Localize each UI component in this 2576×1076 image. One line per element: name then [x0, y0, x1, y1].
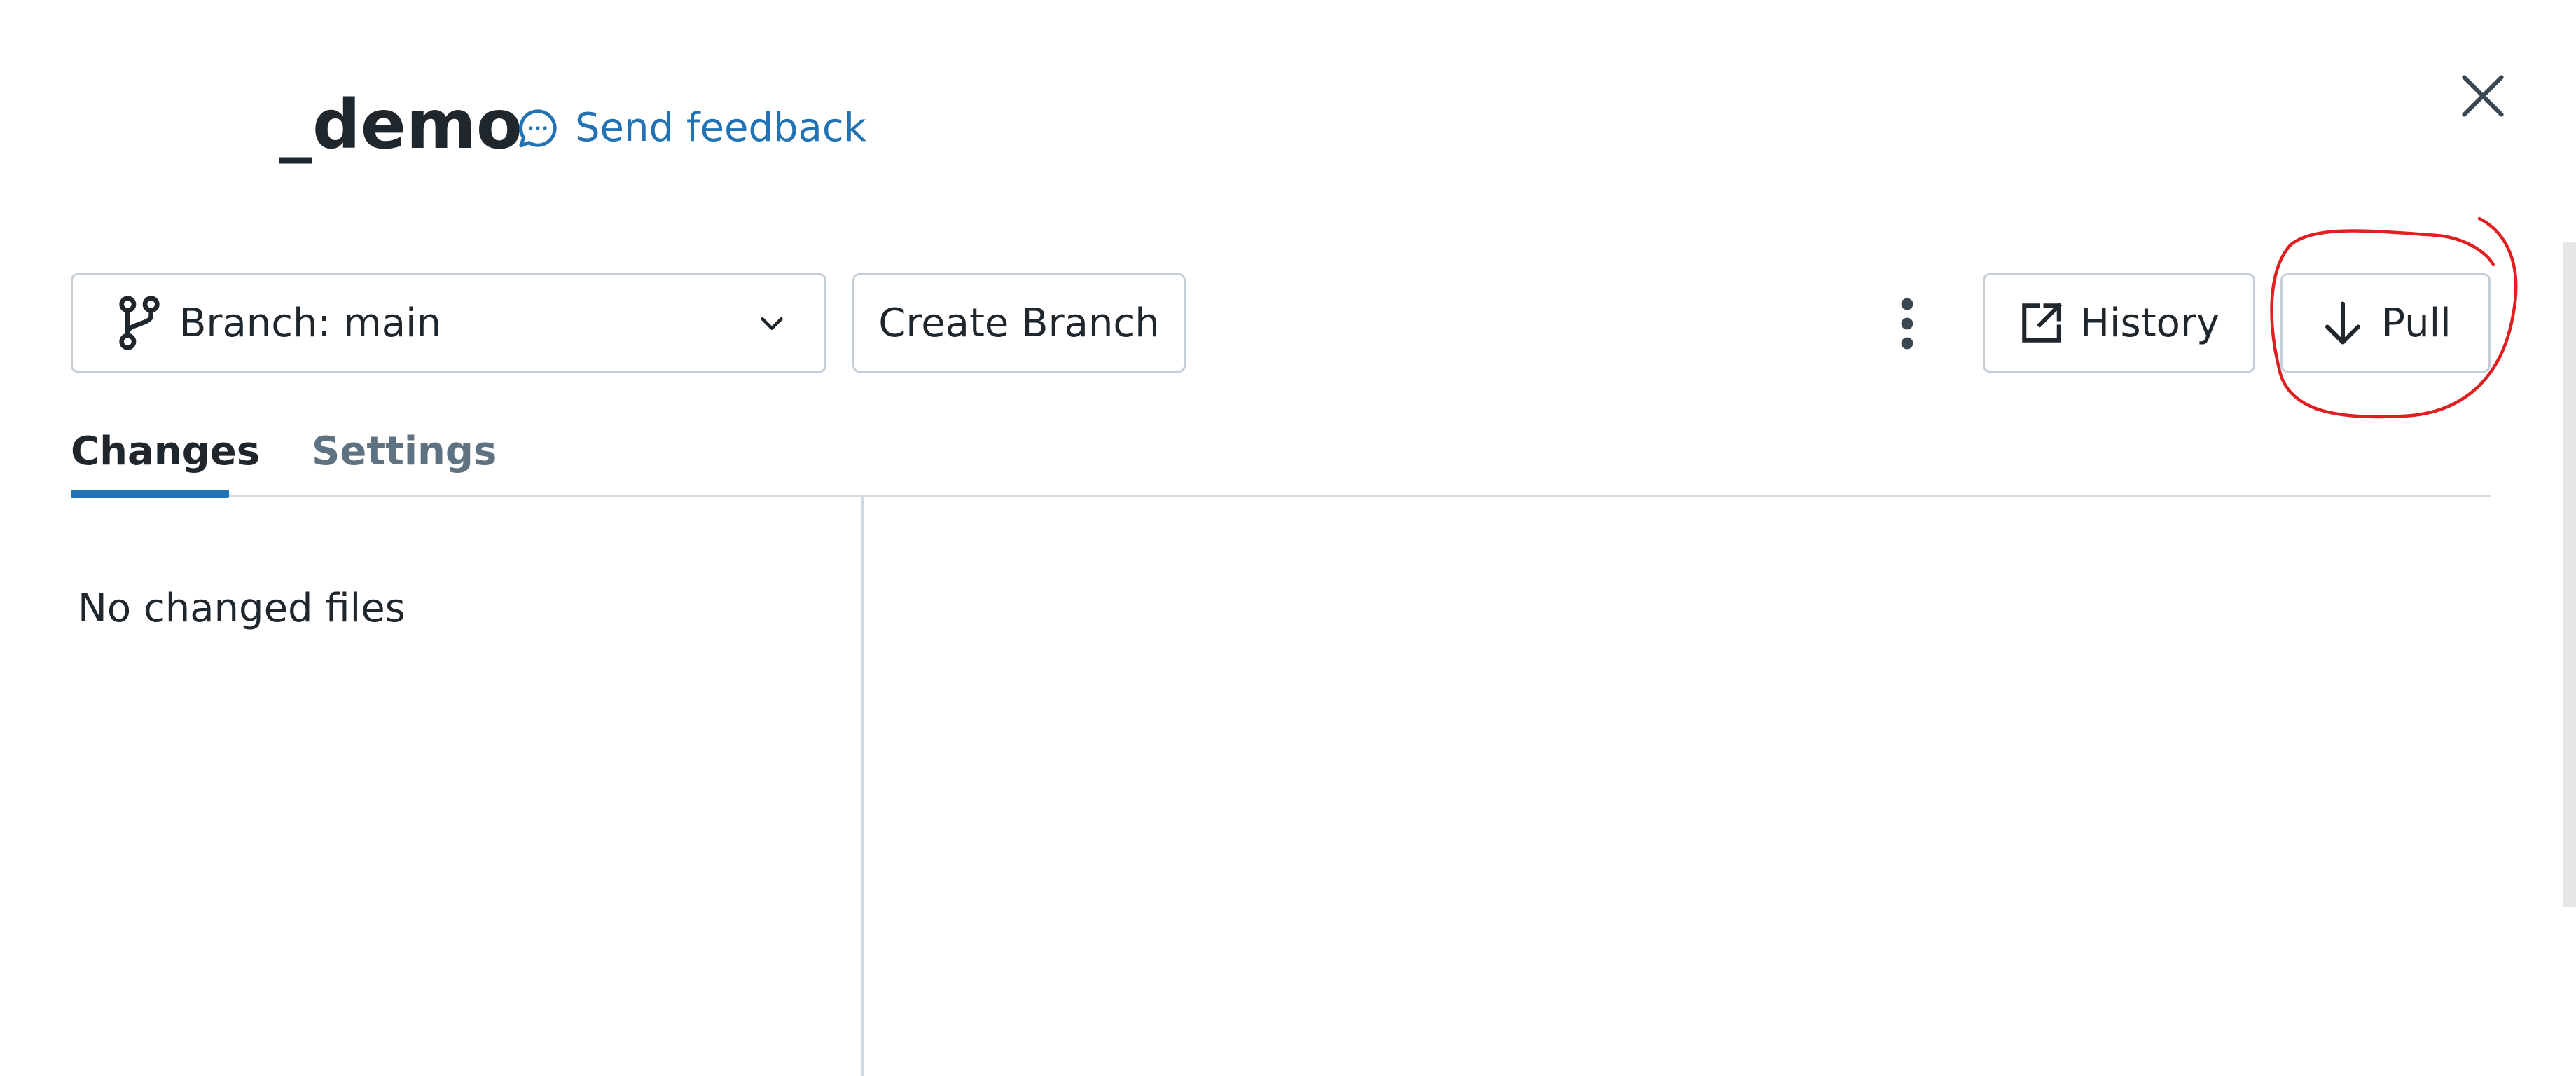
tab-settings[interactable]: Settings	[312, 427, 497, 476]
tab-changes[interactable]: Changes	[71, 427, 260, 476]
create-branch-label: Create Branch	[878, 300, 1160, 346]
close-icon[interactable]	[2455, 68, 2511, 124]
history-button[interactable]: History	[1983, 273, 2255, 373]
branch-label: Branch: main	[179, 300, 442, 346]
scrollbar[interactable]	[2563, 242, 2576, 907]
pull-button[interactable]: Pull	[2280, 273, 2491, 373]
pull-label: Pull	[2381, 300, 2451, 346]
panel-divider[interactable]	[861, 497, 864, 1076]
history-label: History	[2079, 300, 2220, 346]
no-changes-message: No changed files	[78, 586, 406, 631]
git-branch-icon	[119, 296, 160, 350]
external-link-icon	[2022, 302, 2062, 343]
page-title: _demo	[279, 85, 522, 164]
tabs-divider	[71, 495, 2491, 497]
branch-select[interactable]: Branch: main	[71, 273, 826, 373]
chevron-down-icon	[761, 317, 783, 330]
send-feedback-link[interactable]: Send feedback	[515, 104, 866, 153]
active-tab-indicator	[71, 490, 229, 498]
create-branch-button[interactable]: Create Branch	[852, 273, 1186, 373]
kebab-menu-icon[interactable]	[1888, 294, 1927, 353]
send-feedback-label: Send feedback	[575, 105, 867, 151]
arrow-down-icon	[2325, 301, 2361, 345]
chat-bubble-icon	[519, 109, 557, 148]
